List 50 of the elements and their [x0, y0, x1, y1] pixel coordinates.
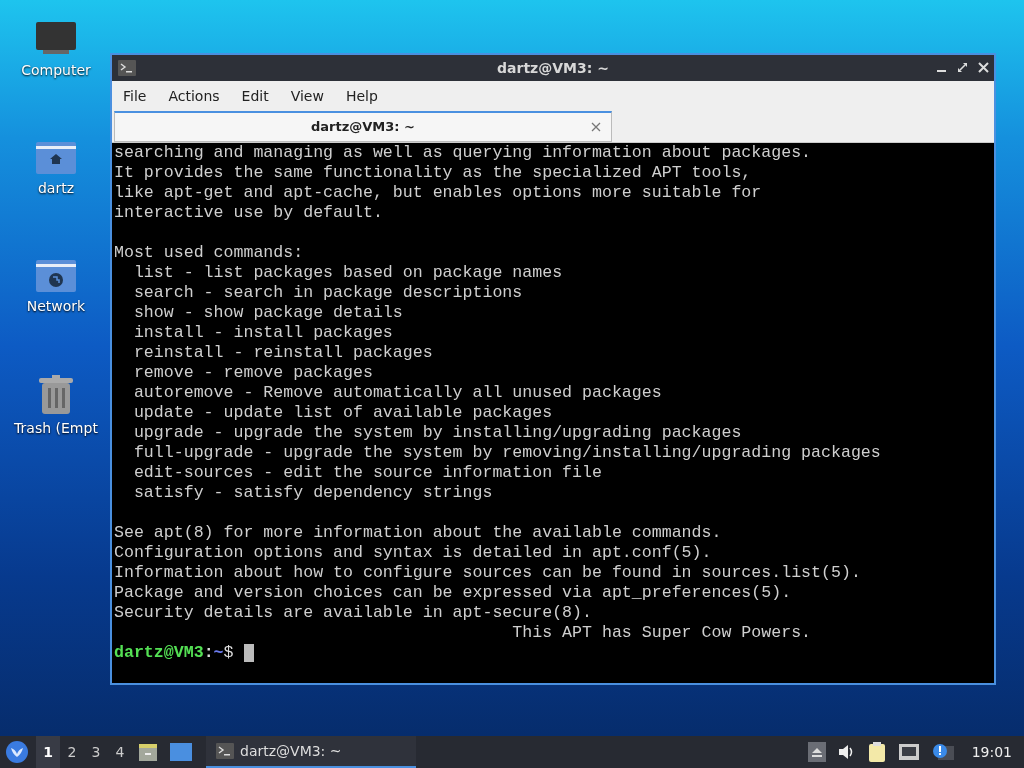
network-icon[interactable]: [897, 743, 920, 761]
maximize-icon[interactable]: [956, 61, 969, 74]
window-title: dartz@VM3: ~: [497, 58, 609, 78]
output-line: Most used commands:: [114, 243, 305, 263]
output-line: like apt-get and apt-cache, but enables options more suitable for: [114, 183, 763, 203]
menu-item[interactable]: Help: [334, 81, 389, 111]
output-line: interactive use by default.: [114, 203, 384, 223]
menu-item[interactable]: File: [112, 81, 158, 111]
output-line: Package and version choices can be expressed via apt_preferences(5).: [114, 583, 793, 603]
output-line: upgrade - upgrade the system by installing/upgrading packages: [132, 423, 743, 443]
start-menu-icon[interactable]: [6, 741, 28, 763]
output-line: Security details are available in apt-secure(8).: [114, 603, 593, 623]
output-line: satisfy - satisfy dependency strings: [132, 483, 494, 503]
workspace-button[interactable]: 2: [60, 736, 84, 768]
file-manager-icon[interactable]: [138, 742, 158, 762]
workspace-button[interactable]: 4: [108, 736, 132, 768]
output-line: install - install packages: [132, 323, 394, 343]
output-line: reinstall - reinstall packages: [132, 343, 434, 363]
menu-item[interactable]: View: [279, 81, 335, 111]
output-line: This APT has Super Cow Powers.: [511, 623, 813, 643]
output-line: searching and managing as well as querying information about packages.: [114, 143, 813, 163]
output-line: autoremove - Remove automatically all unused packages: [132, 383, 663, 403]
icon-label[interactable]: Trash (Empt: [14, 418, 98, 439]
text-cursor: [243, 644, 254, 662]
icon-label[interactable]: Network: [26, 296, 86, 317]
terminal-icon: [216, 743, 234, 759]
output-line: It provides the same functionality as the specialized APT tools,: [114, 163, 753, 183]
clipboard-icon[interactable]: [867, 741, 886, 763]
output-line: remove - remove packages: [132, 363, 374, 383]
terminal-icon: [118, 60, 136, 76]
tab[interactable]: dartz@VM3: ~: [114, 111, 612, 142]
output-line: Information about how to configure sources can be found in sources.list(5).: [114, 563, 862, 583]
workspace-button[interactable]: 1: [36, 736, 60, 768]
output-line: list - list packages based on package names: [132, 263, 564, 283]
command-prompt: dartz@VM3:~$: [114, 643, 234, 663]
clock[interactable]: 19:01: [965, 741, 1024, 763]
output-line: search - search in package descriptions: [132, 283, 524, 303]
output-line: show - show package details: [132, 303, 404, 323]
notification-icon[interactable]: [931, 743, 954, 761]
output-line: update - update list of available packages: [132, 403, 554, 423]
menu-item[interactable]: Edit: [230, 81, 280, 111]
icon-label[interactable]: dartz: [37, 178, 75, 199]
output-line: See apt(8) for more information about the available commands.: [114, 523, 723, 543]
output-line: edit-sources - edit the source information file: [132, 463, 603, 483]
output-line: full-upgrade - upgrade the system by removing/installing/upgrading packages: [132, 443, 882, 463]
output-line: Configuration options and syntax is detailed in apt.conf(5).: [114, 543, 713, 563]
workspace-button[interactable]: 3: [84, 736, 108, 768]
menu-item[interactable]: Actions: [157, 81, 231, 111]
taskbar-button[interactable]: dartz@VM3: ~: [206, 736, 416, 768]
eject-icon[interactable]: [807, 742, 826, 762]
